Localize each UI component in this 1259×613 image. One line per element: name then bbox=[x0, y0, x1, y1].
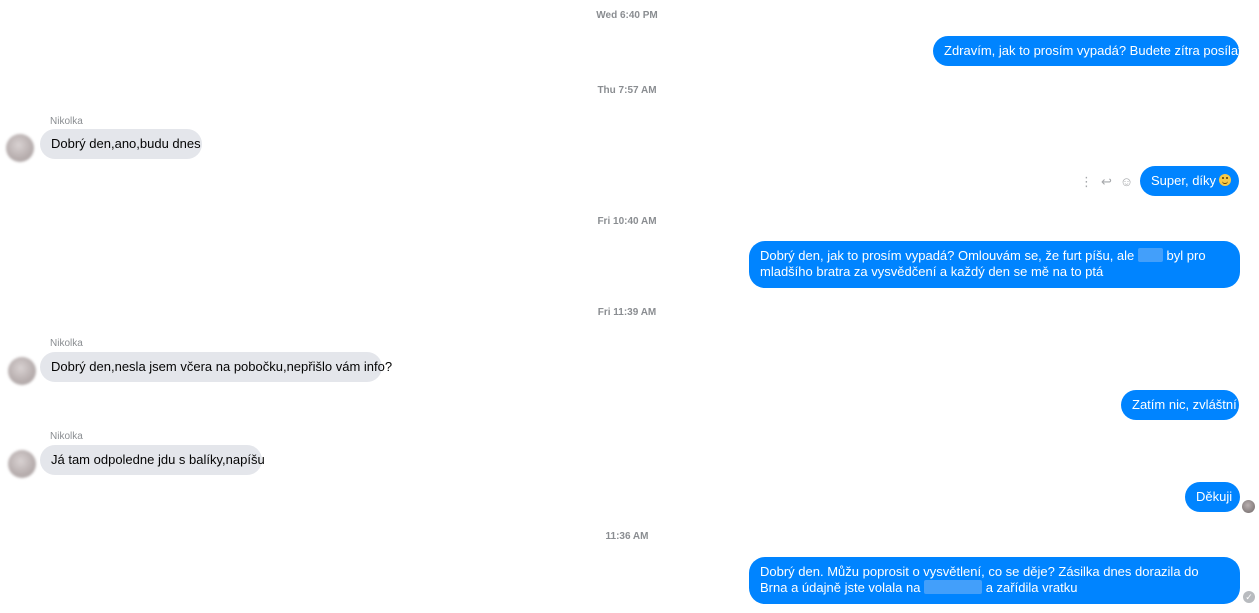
incoming-message[interactable]: Dobrý den,ano,budu dnes bbox=[40, 129, 202, 159]
timestamp-divider: Fri 11:39 AM bbox=[597, 307, 657, 318]
outgoing-message[interactable]: Super, díky bbox=[1140, 166, 1239, 196]
more-vertical-icon[interactable]: ⋮ bbox=[1080, 175, 1093, 189]
message-actions: ⋮ ↩ ☺ bbox=[1080, 174, 1133, 190]
outgoing-message[interactable]: Zdravím, jak to prosím vypadá? Budete zí… bbox=[933, 36, 1249, 66]
sender-name: Nikolka bbox=[50, 431, 83, 442]
outgoing-message[interactable]: Dobrý den, jak to prosím vypadá? Omlouvá… bbox=[749, 241, 1240, 288]
outgoing-message[interactable]: Dobrý den. Můžu poprosit o vysvětlení, c… bbox=[749, 557, 1240, 604]
outgoing-message[interactable]: Děkuji bbox=[1185, 482, 1240, 512]
seen-avatar-icon bbox=[1242, 500, 1255, 513]
redacted-name bbox=[1137, 248, 1163, 262]
smiling-emoji-icon bbox=[1219, 174, 1232, 186]
message-text: a zařídila vratku bbox=[985, 580, 1078, 595]
timestamp-divider: Fri 10:40 AM bbox=[597, 216, 657, 227]
delivered-check-icon: ✓ bbox=[1243, 591, 1255, 603]
chat-thread: Wed 6:40 PM Zdravím, jak to prosím vypad… bbox=[0, 0, 1259, 613]
outgoing-message[interactable]: Zatím nic, zvláštní bbox=[1121, 390, 1239, 420]
incoming-message[interactable]: Já tam odpoledne jdu s balíky,napíšu bbox=[40, 445, 265, 475]
avatar[interactable] bbox=[8, 357, 36, 385]
reply-icon[interactable]: ↩ bbox=[1101, 175, 1112, 189]
incoming-message[interactable]: Dobrý den,nesla jsem včera na pobočku,ne… bbox=[40, 352, 392, 382]
sender-name: Nikolka bbox=[50, 338, 83, 349]
message-text: Dobrý den, jak to prosím vypadá? Omlouvá… bbox=[760, 248, 1135, 263]
timestamp-divider: 11:36 AM bbox=[605, 531, 649, 542]
avatar[interactable] bbox=[8, 450, 36, 478]
redacted-phone bbox=[924, 580, 983, 594]
timestamp-divider: Thu 7:57 AM bbox=[597, 85, 657, 96]
sender-name: Nikolka bbox=[50, 116, 83, 127]
emoji-reaction-icon[interactable]: ☺ bbox=[1120, 175, 1133, 189]
timestamp-divider: Wed 6:40 PM bbox=[596, 10, 658, 21]
message-text: Super, díky bbox=[1151, 173, 1217, 188]
avatar[interactable] bbox=[6, 134, 34, 162]
